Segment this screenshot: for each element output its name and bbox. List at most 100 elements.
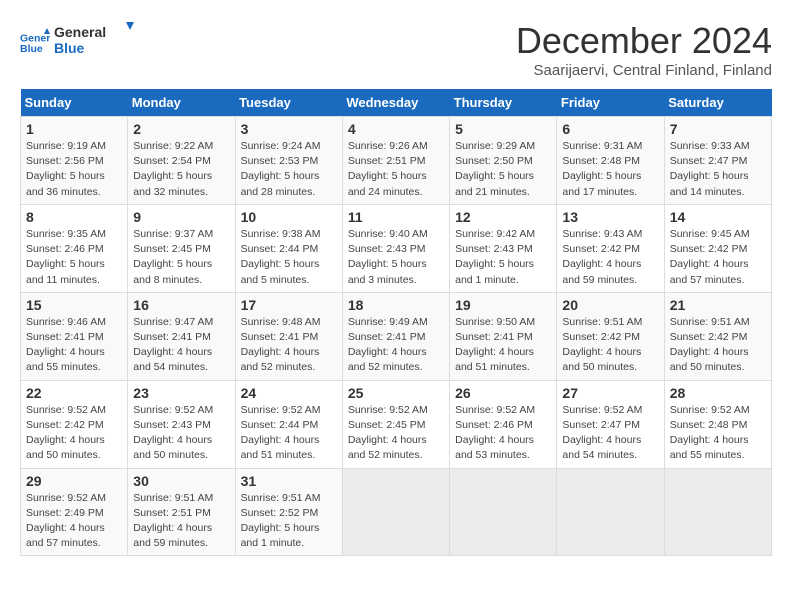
day-number: 1 <box>26 121 122 137</box>
day-detail: Sunrise: 9:38 AM Sunset: 2:44 PM Dayligh… <box>241 227 337 288</box>
day-number: 29 <box>26 473 122 489</box>
day-cell: 13 Sunrise: 9:43 AM Sunset: 2:42 PM Dayli… <box>557 204 664 292</box>
day-detail: Sunrise: 9:22 AM Sunset: 2:54 PM Dayligh… <box>133 139 229 200</box>
week-row-3: 15 Sunrise: 9:46 AM Sunset: 2:41 PM Dayli… <box>21 292 772 380</box>
day-number: 13 <box>562 209 658 225</box>
day-number: 15 <box>26 297 122 313</box>
day-detail: Sunrise: 9:24 AM Sunset: 2:53 PM Dayligh… <box>241 139 337 200</box>
day-cell: 2 Sunrise: 9:22 AM Sunset: 2:54 PM Daylig… <box>128 117 235 205</box>
day-cell <box>664 468 771 556</box>
title-block: December 2024 Saarijaervi, Central Finla… <box>516 20 772 79</box>
day-cell: 23 Sunrise: 9:52 AM Sunset: 2:43 PM Dayli… <box>128 380 235 468</box>
day-number: 17 <box>241 297 337 313</box>
day-cell: 22 Sunrise: 9:52 AM Sunset: 2:42 PM Dayli… <box>21 380 128 468</box>
day-number: 9 <box>133 209 229 225</box>
day-detail: Sunrise: 9:48 AM Sunset: 2:41 PM Dayligh… <box>241 315 337 376</box>
day-cell: 1 Sunrise: 9:19 AM Sunset: 2:56 PM Daylig… <box>21 117 128 205</box>
day-cell: 24 Sunrise: 9:52 AM Sunset: 2:44 PM Dayli… <box>235 380 342 468</box>
location-subtitle: Saarijaervi, Central Finland, Finland <box>516 62 772 79</box>
day-number: 8 <box>26 209 122 225</box>
day-cell: 9 Sunrise: 9:37 AM Sunset: 2:45 PM Daylig… <box>128 204 235 292</box>
day-cell: 10Sunrise: 9:38 AM Sunset: 2:44 PM Dayli… <box>235 204 342 292</box>
day-cell: 16 Sunrise: 9:47 AM Sunset: 2:41 PM Dayli… <box>128 292 235 380</box>
day-cell: 25Sunrise: 9:52 AM Sunset: 2:45 PM Dayli… <box>342 380 449 468</box>
day-cell: 6Sunrise: 9:31 AM Sunset: 2:48 PM Daylig… <box>557 117 664 205</box>
svg-text:General: General <box>54 24 106 40</box>
day-number: 26 <box>455 385 551 401</box>
day-number: 22 <box>26 385 122 401</box>
day-cell: 18 Sunrise: 9:49 AM Sunset: 2:41 PM Dayli… <box>342 292 449 380</box>
day-detail: Sunrise: 9:29 AM Sunset: 2:50 PM Dayligh… <box>455 139 551 200</box>
col-header-sunday: Sunday <box>21 89 128 117</box>
day-number: 11 <box>348 209 444 225</box>
day-cell: 28Sunrise: 9:52 AM Sunset: 2:48 PM Dayli… <box>664 380 771 468</box>
calendar-table: SundayMondayTuesdayWednesdayThursdayFrid… <box>20 89 772 556</box>
week-row-2: 8Sunrise: 9:35 AM Sunset: 2:46 PM Daylig… <box>21 204 772 292</box>
day-detail: Sunrise: 9:52 AM Sunset: 2:49 PM Dayligh… <box>26 491 122 552</box>
day-number: 7 <box>670 121 766 137</box>
day-detail: Sunrise: 9:43 AM Sunset: 2:42 PM Dayligh… <box>562 227 658 288</box>
day-cell: 31Sunrise: 9:51 AM Sunset: 2:52 PM Dayli… <box>235 468 342 556</box>
day-number: 19 <box>455 297 551 313</box>
day-detail: Sunrise: 9:50 AM Sunset: 2:41 PM Dayligh… <box>455 315 551 376</box>
day-detail: Sunrise: 9:49 AM Sunset: 2:41 PM Dayligh… <box>348 315 444 376</box>
day-number: 24 <box>241 385 337 401</box>
day-detail: Sunrise: 9:40 AM Sunset: 2:43 PM Dayligh… <box>348 227 444 288</box>
calendar-header-row: SundayMondayTuesdayWednesdayThursdayFrid… <box>21 89 772 117</box>
day-number: 21 <box>670 297 766 313</box>
col-header-tuesday: Tuesday <box>235 89 342 117</box>
day-detail: Sunrise: 9:52 AM Sunset: 2:45 PM Dayligh… <box>348 403 444 464</box>
calendar-body: 1 Sunrise: 9:19 AM Sunset: 2:56 PM Daylig… <box>21 117 772 556</box>
col-header-monday: Monday <box>128 89 235 117</box>
day-detail: Sunrise: 9:52 AM Sunset: 2:44 PM Dayligh… <box>241 403 337 464</box>
day-number: 23 <box>133 385 229 401</box>
day-cell: 14Sunrise: 9:45 AM Sunset: 2:42 PM Dayli… <box>664 204 771 292</box>
day-detail: Sunrise: 9:52 AM Sunset: 2:47 PM Dayligh… <box>562 403 658 464</box>
day-cell: 11 Sunrise: 9:40 AM Sunset: 2:43 PM Dayli… <box>342 204 449 292</box>
week-row-4: 22 Sunrise: 9:52 AM Sunset: 2:42 PM Dayli… <box>21 380 772 468</box>
day-cell: 20Sunrise: 9:51 AM Sunset: 2:42 PM Dayli… <box>557 292 664 380</box>
day-detail: Sunrise: 9:52 AM Sunset: 2:46 PM Dayligh… <box>455 403 551 464</box>
day-number: 14 <box>670 209 766 225</box>
day-cell: 29 Sunrise: 9:52 AM Sunset: 2:49 PM Dayli… <box>21 468 128 556</box>
week-row-5: 29 Sunrise: 9:52 AM Sunset: 2:49 PM Dayli… <box>21 468 772 556</box>
day-number: 3 <box>241 121 337 137</box>
day-cell <box>342 468 449 556</box>
day-number: 4 <box>348 121 444 137</box>
day-cell: 12 Sunrise: 9:42 AM Sunset: 2:43 PM Dayli… <box>450 204 557 292</box>
day-detail: Sunrise: 9:47 AM Sunset: 2:41 PM Dayligh… <box>133 315 229 376</box>
day-detail: Sunrise: 9:46 AM Sunset: 2:41 PM Dayligh… <box>26 315 122 376</box>
day-number: 27 <box>562 385 658 401</box>
day-number: 16 <box>133 297 229 313</box>
page-header: General Blue General Blue December 2024 … <box>20 20 772 79</box>
day-number: 5 <box>455 121 551 137</box>
col-header-wednesday: Wednesday <box>342 89 449 117</box>
day-number: 18 <box>348 297 444 313</box>
day-detail: Sunrise: 9:26 AM Sunset: 2:51 PM Dayligh… <box>348 139 444 200</box>
day-number: 30 <box>133 473 229 489</box>
logo: General Blue General Blue <box>20 20 134 65</box>
logo-icon: General Blue <box>20 28 50 58</box>
svg-text:Blue: Blue <box>20 43 43 55</box>
month-title: December 2024 <box>516 20 772 62</box>
day-cell: 17 Sunrise: 9:48 AM Sunset: 2:41 PM Dayli… <box>235 292 342 380</box>
day-detail: Sunrise: 9:19 AM Sunset: 2:56 PM Dayligh… <box>26 139 122 200</box>
day-cell: 27 Sunrise: 9:52 AM Sunset: 2:47 PM Dayli… <box>557 380 664 468</box>
day-detail: Sunrise: 9:52 AM Sunset: 2:42 PM Dayligh… <box>26 403 122 464</box>
day-cell: 26 Sunrise: 9:52 AM Sunset: 2:46 PM Dayli… <box>450 380 557 468</box>
day-detail: Sunrise: 9:42 AM Sunset: 2:43 PM Dayligh… <box>455 227 551 288</box>
day-cell: 21 Sunrise: 9:51 AM Sunset: 2:42 PM Dayli… <box>664 292 771 380</box>
day-number: 12 <box>455 209 551 225</box>
day-detail: Sunrise: 9:51 AM Sunset: 2:51 PM Dayligh… <box>133 491 229 552</box>
day-detail: Sunrise: 9:51 AM Sunset: 2:42 PM Dayligh… <box>670 315 766 376</box>
day-detail: Sunrise: 9:37 AM Sunset: 2:45 PM Dayligh… <box>133 227 229 288</box>
col-header-thursday: Thursday <box>450 89 557 117</box>
day-detail: Sunrise: 9:52 AM Sunset: 2:43 PM Dayligh… <box>133 403 229 464</box>
day-cell: 15 Sunrise: 9:46 AM Sunset: 2:41 PM Dayli… <box>21 292 128 380</box>
day-number: 31 <box>241 473 337 489</box>
day-detail: Sunrise: 9:52 AM Sunset: 2:48 PM Dayligh… <box>670 403 766 464</box>
day-number: 6 <box>562 121 658 137</box>
col-header-friday: Friday <box>557 89 664 117</box>
day-number: 2 <box>133 121 229 137</box>
day-cell <box>557 468 664 556</box>
